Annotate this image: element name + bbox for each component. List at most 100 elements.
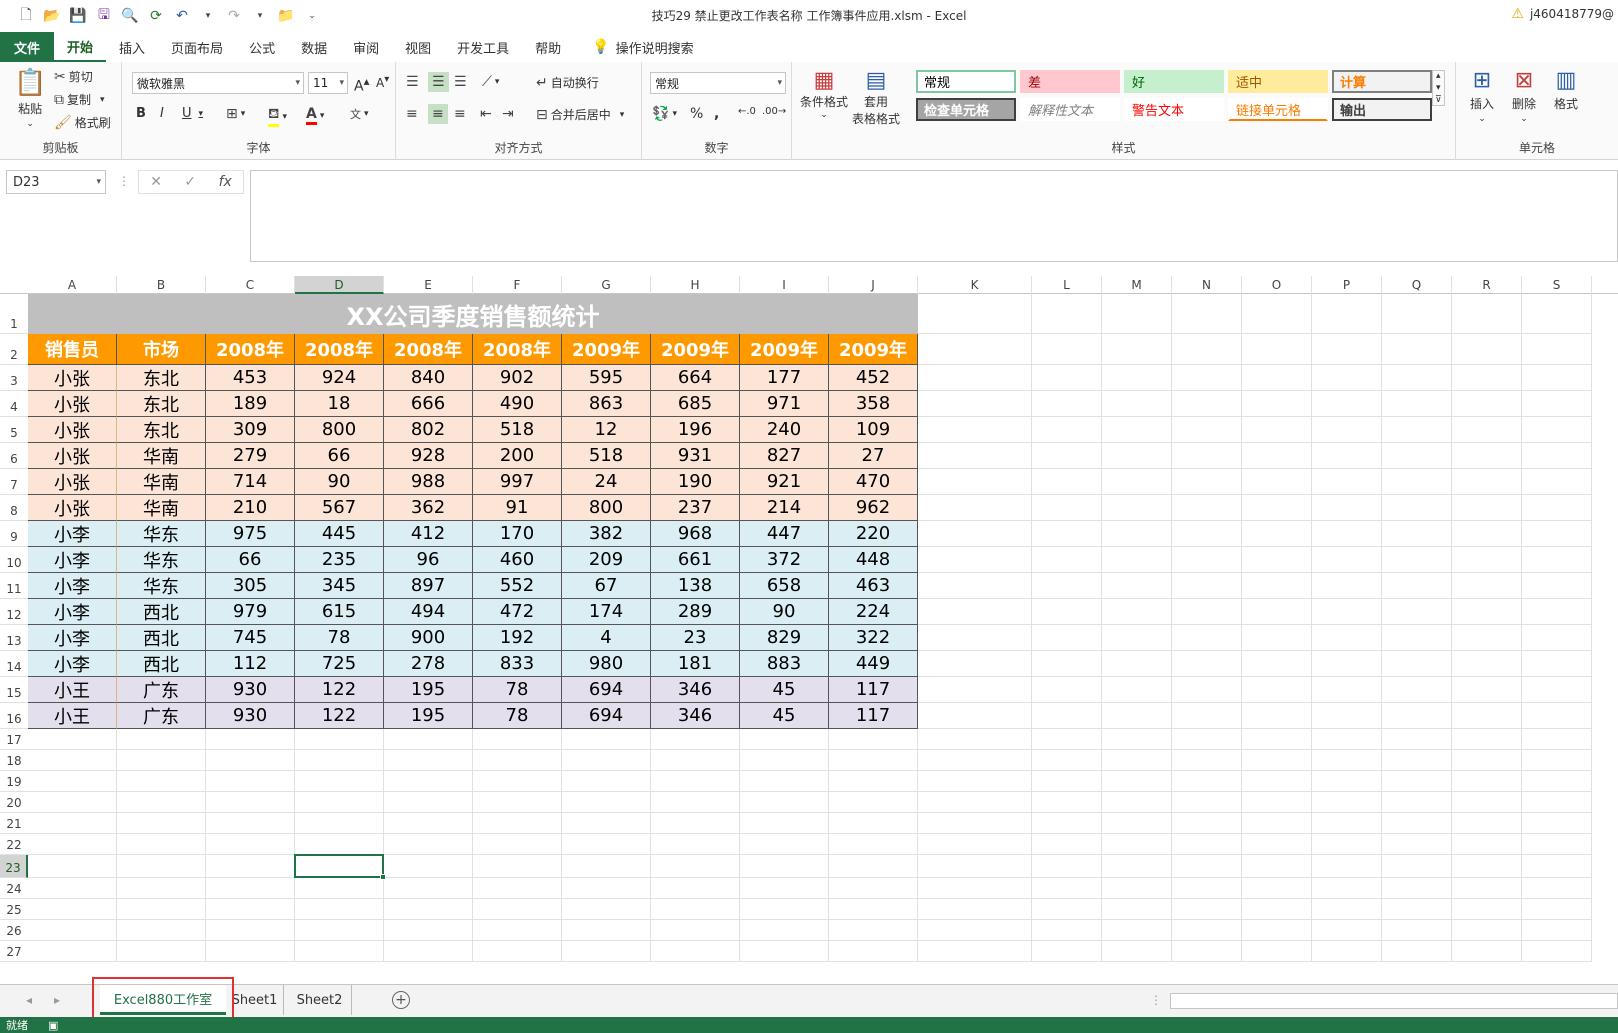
data-cell[interactable]: 346 <box>651 677 740 703</box>
data-cell[interactable]: 931 <box>651 443 740 469</box>
data-cell[interactable]: 小张 <box>28 391 117 417</box>
wrap-text-button[interactable]: ↵ 自动换行 <box>536 74 599 91</box>
data-cell[interactable]: 189 <box>206 391 295 417</box>
data-cell[interactable]: 90 <box>740 599 829 625</box>
data-cell[interactable]: 463 <box>829 573 918 599</box>
data-cell[interactable]: 192 <box>473 625 562 651</box>
data-cell[interactable]: 西北 <box>117 651 206 677</box>
data-cell[interactable]: 广东 <box>117 703 206 729</box>
data-cell[interactable]: 209 <box>562 547 651 573</box>
data-cell[interactable]: 177 <box>740 365 829 391</box>
header-cell[interactable]: 2009年 <box>651 334 740 365</box>
row-header-20[interactable]: 20 <box>0 792 28 813</box>
row-header-3[interactable]: 3 <box>0 365 28 391</box>
decrease-font-button[interactable]: A▾ <box>376 74 389 90</box>
data-cell[interactable]: 322 <box>829 625 918 651</box>
row-header-1[interactable]: 1 <box>0 294 28 334</box>
insert-function-button[interactable]: fx <box>219 174 232 190</box>
row-header-12[interactable]: 12 <box>0 599 28 625</box>
increase-font-button[interactable]: A▴ <box>354 74 369 95</box>
column-header-h[interactable]: H <box>651 276 740 294</box>
data-cell[interactable]: 170 <box>473 521 562 547</box>
data-cell[interactable]: 东北 <box>117 417 206 443</box>
data-cell[interactable]: 24 <box>562 469 651 495</box>
data-cell[interactable]: 224 <box>829 599 918 625</box>
data-cell[interactable]: 447 <box>740 521 829 547</box>
data-cell[interactable]: 658 <box>740 573 829 599</box>
open-folder-icon[interactable]: 📂 <box>42 6 62 26</box>
column-header-s[interactable]: S <box>1522 276 1592 294</box>
new-file-icon[interactable]: 🗋 <box>16 6 36 26</box>
data-cell[interactable]: 小李 <box>28 521 117 547</box>
data-cell[interactable]: 666 <box>384 391 473 417</box>
save-icon[interactable]: 💾 <box>68 6 88 26</box>
data-cell[interactable]: 23 <box>651 625 740 651</box>
data-cell[interactable]: 840 <box>384 365 473 391</box>
increase-indent-button[interactable]: ⇥ <box>502 106 514 122</box>
tab-insert[interactable]: 插入 <box>106 32 158 62</box>
accounting-format-button[interactable]: 💱 ▾ <box>652 106 677 122</box>
phonetic-button[interactable]: 文 ▾ <box>350 106 369 122</box>
data-cell[interactable]: 567 <box>295 495 384 521</box>
font-name-select[interactable]: 微软雅黑 ▾ <box>132 72 304 94</box>
data-cell[interactable]: 235 <box>295 547 384 573</box>
data-cell[interactable]: 694 <box>562 677 651 703</box>
data-cell[interactable]: 东北 <box>117 365 206 391</box>
header-cell[interactable]: 市场 <box>117 334 206 365</box>
column-header-c[interactable]: C <box>206 276 295 294</box>
data-cell[interactable]: 833 <box>473 651 562 677</box>
cell-style-6[interactable]: 解释性文本 <box>1020 98 1120 121</box>
data-cell[interactable]: 122 <box>295 677 384 703</box>
tab-page-layout[interactable]: 页面布局 <box>158 32 236 62</box>
data-cell[interactable]: 694 <box>562 703 651 729</box>
confirm-icon[interactable]: ✓ <box>184 174 196 190</box>
header-cell[interactable]: 2009年 <box>829 334 918 365</box>
data-cell[interactable]: 西北 <box>117 599 206 625</box>
data-cell[interactable]: 96 <box>384 547 473 573</box>
data-cell[interactable]: 小张 <box>28 469 117 495</box>
data-cell[interactable]: 210 <box>206 495 295 521</box>
data-cell[interactable]: 745 <box>206 625 295 651</box>
data-cell[interactable]: 小张 <box>28 365 117 391</box>
data-cell[interactable]: 800 <box>295 417 384 443</box>
column-header-g[interactable]: G <box>562 276 651 294</box>
paste-button[interactable]: 📋 粘贴 ⌄ <box>14 68 46 129</box>
increase-decimal-button[interactable]: ←.0 <box>738 106 756 117</box>
data-cell[interactable]: 12 <box>562 417 651 443</box>
data-cell[interactable]: 小张 <box>28 495 117 521</box>
row-header-5[interactable]: 5 <box>0 417 28 443</box>
percent-button[interactable]: % <box>690 106 703 122</box>
conditional-format-button[interactable]: ▦ 条件格式 ⌄ <box>800 68 848 120</box>
data-cell[interactable]: 237 <box>651 495 740 521</box>
selected-cell[interactable] <box>294 854 384 878</box>
header-cell[interactable]: 2008年 <box>384 334 473 365</box>
data-cell[interactable]: 980 <box>562 651 651 677</box>
data-cell[interactable]: 112 <box>206 651 295 677</box>
cancel-icon[interactable]: ✕ <box>150 174 162 190</box>
data-cell[interactable]: 华南 <box>117 469 206 495</box>
data-cell[interactable]: 66 <box>295 443 384 469</box>
row-header-16[interactable]: 16 <box>0 703 28 729</box>
data-cell[interactable]: 924 <box>295 365 384 391</box>
data-cell[interactable]: 华东 <box>117 547 206 573</box>
comma-button[interactable]: , <box>714 106 719 122</box>
data-cell[interactable]: 122 <box>295 703 384 729</box>
data-cell[interactable]: 800 <box>562 495 651 521</box>
data-cell[interactable]: 930 <box>206 703 295 729</box>
tab-file[interactable]: 文件 <box>0 32 55 62</box>
data-cell[interactable]: 470 <box>829 469 918 495</box>
data-cell[interactable]: 小李 <box>28 599 117 625</box>
data-cell[interactable]: 90 <box>295 469 384 495</box>
data-cell[interactable]: 174 <box>562 599 651 625</box>
data-cell[interactable]: 西北 <box>117 625 206 651</box>
data-cell[interactable]: 18 <box>295 391 384 417</box>
data-cell[interactable]: 305 <box>206 573 295 599</box>
tab-data[interactable]: 数据 <box>288 32 340 62</box>
row-header-26[interactable]: 26 <box>0 920 28 941</box>
column-header-f[interactable]: F <box>473 276 562 294</box>
horizontal-scrollbar[interactable] <box>1170 993 1618 1009</box>
column-header-q[interactable]: Q <box>1382 276 1452 294</box>
data-cell[interactable]: 346 <box>651 703 740 729</box>
data-cell[interactable]: 东北 <box>117 391 206 417</box>
italic-button[interactable]: I <box>160 106 164 121</box>
